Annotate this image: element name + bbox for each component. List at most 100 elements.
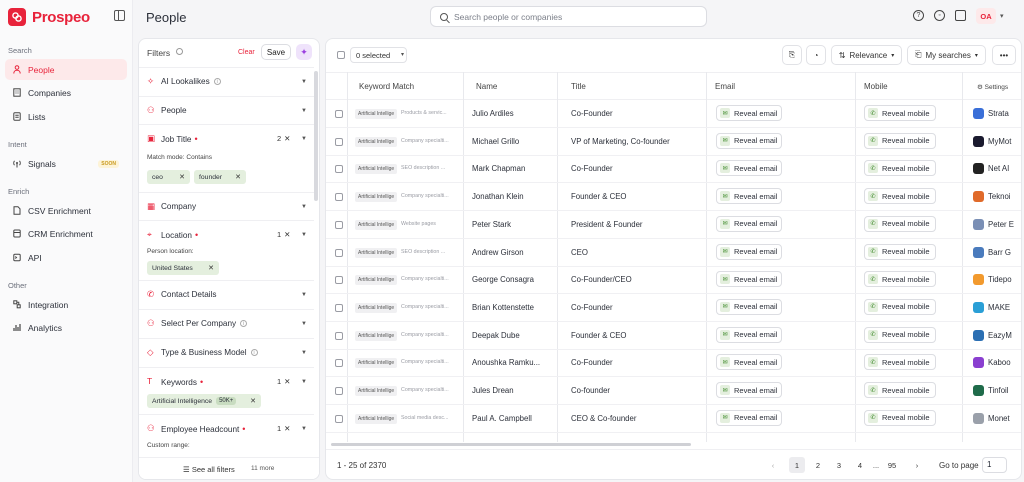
reveal-mobile-button[interactable]: ✆ Reveal mobile bbox=[864, 215, 936, 232]
selected-dropdown[interactable]: 0 selected bbox=[350, 47, 407, 63]
person-name[interactable]: Paul A. Campbell bbox=[472, 414, 542, 423]
table-row[interactable]: Artificial Intellige Products & servic...… bbox=[326, 100, 1021, 128]
page-4[interactable]: 4 bbox=[852, 457, 868, 473]
sidebar-item-integration[interactable]: Integration bbox=[5, 294, 127, 315]
filter-count[interactable]: 2 ✕ bbox=[277, 134, 290, 143]
chip-founder[interactable]: founder ✕ bbox=[194, 170, 246, 184]
person-name[interactable]: Jules Drean bbox=[472, 386, 542, 395]
next-page-icon[interactable]: › bbox=[909, 457, 925, 473]
column-name[interactable]: Name bbox=[476, 82, 497, 91]
row-checkbox[interactable] bbox=[335, 110, 343, 118]
column-email[interactable]: Email bbox=[715, 82, 735, 91]
row-checkbox[interactable] bbox=[335, 165, 343, 174]
reveal-mobile-button[interactable]: ✆ Reveal mobile bbox=[864, 326, 936, 343]
reveal-email-button[interactable]: ✉ Reveal email bbox=[716, 105, 782, 121]
filter-job-title[interactable]: ▣ Job Title • 2 ✕ ▼ Match mode: Contains c… bbox=[139, 124, 314, 192]
page-1[interactable]: 1 bbox=[789, 457, 805, 473]
company-cell[interactable]: EazyM bbox=[973, 329, 1012, 341]
see-all-filters-button[interactable]: ☰ See all filters bbox=[183, 465, 235, 474]
scrollbar[interactable] bbox=[314, 71, 318, 201]
filter-people[interactable]: ⚇ People ▼ bbox=[139, 96, 314, 124]
table-row[interactable]: Artificial Intellige SEO description ... M… bbox=[326, 155, 1021, 184]
chip-ceo[interactable]: ceo ✕ bbox=[147, 170, 190, 184]
more-options-icon[interactable]: ••• bbox=[992, 45, 1016, 65]
search-input[interactable] bbox=[454, 11, 694, 22]
help-icon[interactable]: ? bbox=[913, 10, 924, 21]
reveal-email-button[interactable]: ✉ Reveal email bbox=[716, 160, 782, 177]
clear-button[interactable]: Clear bbox=[238, 49, 255, 56]
chip-artificial-intelligence[interactable]: Artificial Intelligence 50K+ ✕ bbox=[147, 394, 261, 408]
person-name[interactable]: Deepak Dube bbox=[472, 331, 542, 340]
reveal-mobile-button[interactable]: ✆ Reveal mobile bbox=[864, 105, 936, 121]
page-3[interactable]: 3 bbox=[831, 457, 847, 473]
filter-contact-details[interactable]: ✆ Contact Details ▼ bbox=[139, 280, 314, 309]
remove-chip-icon[interactable]: ✕ bbox=[235, 173, 241, 181]
person-name[interactable]: Julio Ardiles bbox=[472, 109, 542, 118]
reveal-mobile-button[interactable]: ✆ Reveal mobile bbox=[864, 271, 936, 288]
export-icon[interactable]: ⎘ bbox=[782, 45, 802, 65]
row-checkbox[interactable] bbox=[335, 193, 343, 202]
table-row[interactable]: Artificial Intellige Company specialti...… bbox=[326, 183, 1021, 212]
sidebar-item-lists[interactable]: Lists bbox=[5, 106, 127, 127]
row-checkbox[interactable] bbox=[335, 414, 343, 423]
company-cell[interactable]: Net AI bbox=[973, 163, 1009, 175]
filter-count[interactable]: 1 ✕ bbox=[277, 377, 290, 386]
person-name[interactable]: Brian Kottenstette bbox=[472, 303, 542, 312]
prev-page-icon[interactable]: ‹ bbox=[765, 457, 781, 473]
person-name[interactable]: Peter Stark bbox=[472, 220, 542, 229]
page-95[interactable]: 95 bbox=[884, 457, 900, 473]
sidebar-item-people[interactable]: People bbox=[5, 59, 127, 80]
reveal-email-button[interactable]: ✉ Reveal email bbox=[716, 271, 782, 288]
filter-employee-headcount[interactable]: ⚇ Employee Headcount • 1 ✕ ▼ Custom range: bbox=[139, 414, 314, 459]
sidebar-item-crm-enrichment[interactable]: CRM Enrichment bbox=[5, 223, 127, 244]
sidebar-item-signals[interactable]: Signals SOON bbox=[5, 153, 127, 174]
reveal-email-button[interactable]: ✉ Reveal email bbox=[716, 382, 782, 398]
row-checkbox[interactable] bbox=[335, 276, 343, 285]
column-title[interactable]: Title bbox=[571, 82, 586, 91]
filter-keywords[interactable]: T Keywords • 1 ✕ ▼ Artificial Intelligence… bbox=[139, 367, 314, 414]
reveal-mobile-button[interactable]: ✆ Reveal mobile bbox=[864, 132, 936, 149]
horizontal-scrollbar[interactable] bbox=[331, 443, 691, 446]
go-to-page-input[interactable]: 1 bbox=[982, 457, 1007, 473]
filter-location[interactable]: ⌖ Location • 1 ✕ ▼ Person location: United… bbox=[139, 220, 314, 280]
row-checkbox[interactable] bbox=[335, 248, 343, 257]
table-row[interactable]: Artificial Intellige Company specialti...… bbox=[326, 294, 1021, 322]
reveal-email-button[interactable]: ✉ Reveal email bbox=[716, 132, 782, 149]
avatar[interactable]: OA bbox=[976, 8, 996, 24]
reveal-email-button[interactable]: ✉ Reveal email bbox=[716, 354, 782, 371]
filter-count[interactable]: 1 ✕ bbox=[277, 230, 290, 239]
row-checkbox[interactable] bbox=[335, 137, 343, 146]
table-row[interactable]: Artificial Intellige Company specialti...… bbox=[326, 349, 1021, 378]
close-icon[interactable]: ✕ bbox=[284, 230, 290, 239]
globe-icon[interactable]: ◦ bbox=[934, 10, 945, 21]
person-name[interactable]: Michael Grillo bbox=[472, 137, 542, 146]
table-row[interactable]: Artificial Intellige Company specialti...… bbox=[326, 128, 1021, 156]
reveal-mobile-button[interactable]: ✆ Reveal mobile bbox=[864, 243, 936, 260]
filter-type-business-model[interactable]: ◇ Type & Business Model i ▼ bbox=[139, 338, 314, 367]
logo[interactable]: Prospeo bbox=[8, 8, 90, 26]
company-cell[interactable]: Tidepo bbox=[973, 274, 1012, 286]
filter-company[interactable]: ▦ Company ▼ bbox=[139, 192, 314, 220]
table-row[interactable]: Artificial Intellige Company specialti...… bbox=[326, 322, 1021, 350]
chip-united-states[interactable]: United States ✕ bbox=[147, 261, 219, 275]
save-button[interactable]: Save bbox=[261, 44, 291, 60]
reveal-email-button[interactable]: ✉ Reveal email bbox=[716, 409, 782, 426]
filter-search-icon[interactable] bbox=[176, 48, 183, 55]
page-2[interactable]: 2 bbox=[810, 457, 826, 473]
column-keyword-match[interactable]: Keyword Match bbox=[359, 82, 414, 91]
company-cell[interactable]: Strata bbox=[973, 108, 1009, 119]
company-cell[interactable]: Teknoi bbox=[973, 191, 1011, 203]
close-icon[interactable]: ✕ bbox=[284, 424, 290, 433]
person-name[interactable]: Mark Chapman bbox=[472, 164, 542, 173]
select-all-checkbox[interactable] bbox=[337, 51, 345, 59]
close-icon[interactable]: ✕ bbox=[284, 134, 290, 143]
filter-ai-lookalikes[interactable]: ✧ AI Lookalikes i ▼ bbox=[139, 67, 314, 96]
settings-button[interactable]: ⚙ Settings bbox=[977, 83, 1008, 91]
table-row[interactable]: Artificial Intellige SEO description ... A… bbox=[326, 239, 1021, 267]
company-cell[interactable]: Peter E bbox=[973, 218, 1014, 230]
table-row[interactable]: Artificial Intellige Social media desc...… bbox=[326, 405, 1021, 433]
reveal-email-button[interactable]: ✉ Reveal email bbox=[716, 326, 782, 343]
table-row[interactable]: Artificial Intellige Company specialti...… bbox=[326, 266, 1021, 295]
person-name[interactable]: Andrew Girson bbox=[472, 248, 542, 257]
row-checkbox[interactable] bbox=[335, 303, 343, 312]
